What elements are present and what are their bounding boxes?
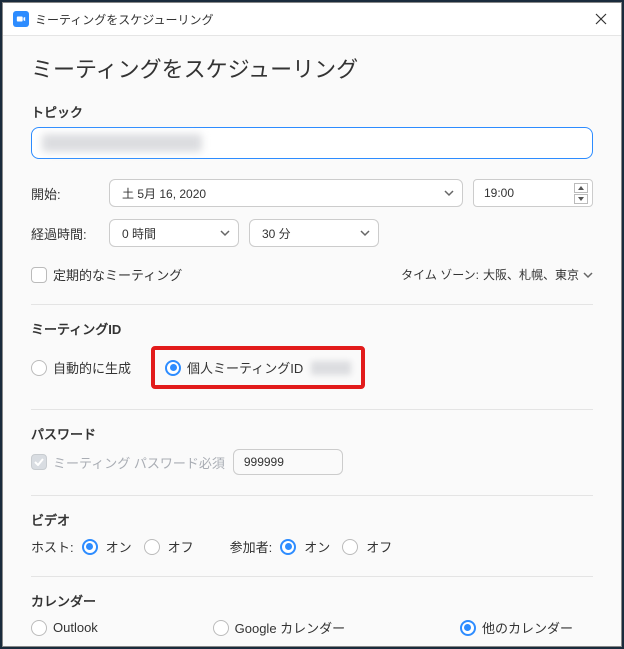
date-value: 土 5月 16, 2020 bbox=[122, 185, 206, 202]
radio-other[interactable] bbox=[460, 620, 476, 636]
check-icon bbox=[34, 458, 44, 466]
password-required-label: ミーティング パスワード必須 bbox=[53, 453, 225, 472]
host-video-on-label: オン bbox=[106, 537, 132, 556]
app-icon bbox=[13, 11, 29, 27]
participant-video-off-radio[interactable] bbox=[342, 539, 358, 555]
hours-value: 0 時間 bbox=[122, 225, 156, 242]
password-heading: パスワード bbox=[31, 424, 593, 443]
title-bar: ミーティングをスケジューリング bbox=[3, 3, 621, 36]
meeting-id-personal-label: 個人ミーティングID bbox=[187, 358, 303, 377]
password-row: ミーティング パスワード必須 999999 bbox=[31, 449, 593, 475]
timezone-link[interactable]: タイム ゾーン: 大阪、札幌、東京 bbox=[401, 266, 593, 283]
recurring-checkbox[interactable] bbox=[31, 267, 47, 283]
host-video-off-radio[interactable] bbox=[144, 539, 160, 555]
minutes-select[interactable]: 30 分 bbox=[249, 219, 379, 247]
dialog-window: ミーティングをスケジューリング ミーティングをスケジューリング トピック 開始:… bbox=[2, 2, 622, 647]
calendar-other-label: 他のカレンダー bbox=[482, 618, 573, 637]
topic-input[interactable] bbox=[31, 127, 593, 159]
participant-video-on-radio[interactable] bbox=[280, 539, 296, 555]
host-video-on-radio[interactable] bbox=[82, 539, 98, 555]
chevron-down-icon bbox=[583, 270, 593, 280]
time-spinner[interactable]: 19:00 bbox=[473, 179, 593, 207]
calendar-other-option[interactable]: 他のカレンダー bbox=[460, 618, 573, 637]
calendar-outlook-option[interactable]: Outlook bbox=[31, 620, 98, 636]
start-row: 開始: 土 5月 16, 2020 19:00 bbox=[31, 179, 593, 207]
meeting-id-heading: ミーティングID bbox=[31, 319, 593, 338]
host-video-label: ホスト: bbox=[31, 537, 74, 556]
divider bbox=[31, 576, 593, 577]
participant-video-label: 参加者: bbox=[230, 537, 273, 556]
meeting-id-row: 自動的に生成 個人ミーティングID bbox=[31, 346, 593, 389]
calendar-outlook-label: Outlook bbox=[53, 620, 98, 635]
chevron-down-icon bbox=[360, 228, 370, 238]
timezone-value: 大阪、札幌、東京 bbox=[483, 266, 579, 283]
participant-video-off-label: オフ bbox=[366, 537, 392, 556]
host-video-off-label: オフ bbox=[168, 537, 194, 556]
duration-label: 経過時間: bbox=[31, 224, 99, 243]
date-select[interactable]: 土 5月 16, 2020 bbox=[109, 179, 463, 207]
chevron-down-icon bbox=[444, 188, 454, 198]
meeting-id-auto-option[interactable]: 自動的に生成 bbox=[31, 358, 131, 377]
radio-outlook[interactable] bbox=[31, 620, 47, 636]
password-required-checkbox bbox=[31, 454, 47, 470]
hours-select[interactable]: 0 時間 bbox=[109, 219, 239, 247]
meeting-id-auto-label: 自動的に生成 bbox=[53, 358, 131, 377]
content-area: ミーティングをスケジューリング トピック 開始: 土 5月 16, 2020 1… bbox=[3, 36, 621, 646]
radio-personal[interactable] bbox=[165, 360, 181, 376]
start-label: 開始: bbox=[31, 184, 99, 203]
video-row: ホスト: オン オフ 参加者: オン オフ bbox=[31, 537, 593, 556]
time-value: 19:00 bbox=[484, 186, 514, 200]
chevron-down-icon bbox=[220, 228, 230, 238]
password-required-row: ミーティング パスワード必須 bbox=[31, 453, 225, 472]
window-title: ミーティングをスケジューリング bbox=[35, 11, 591, 28]
highlight-annotation: 個人ミーティングID bbox=[151, 346, 365, 389]
password-input[interactable]: 999999 bbox=[233, 449, 343, 475]
divider bbox=[31, 495, 593, 496]
radio-auto[interactable] bbox=[31, 360, 47, 376]
recurring-checkbox-row[interactable]: 定期的なミーティング bbox=[31, 265, 182, 284]
timezone-label: タイム ゾーン: bbox=[401, 266, 479, 283]
calendar-google-label: Google カレンダー bbox=[235, 618, 346, 637]
calendar-heading: カレンダー bbox=[31, 591, 593, 610]
participant-video-on-label: オン bbox=[304, 537, 330, 556]
close-button[interactable] bbox=[591, 9, 611, 29]
calendar-row: Outlook Google カレンダー 他のカレンダー bbox=[31, 618, 593, 637]
calendar-google-option[interactable]: Google カレンダー bbox=[213, 618, 346, 637]
topic-value-redacted bbox=[42, 134, 202, 152]
duration-row: 経過時間: 0 時間 30 分 bbox=[31, 219, 593, 247]
radio-google[interactable] bbox=[213, 620, 229, 636]
divider bbox=[31, 304, 593, 305]
personal-id-redacted bbox=[311, 361, 351, 375]
recurring-label: 定期的なミーティング bbox=[53, 265, 182, 284]
page-heading: ミーティングをスケジューリング bbox=[31, 52, 593, 84]
video-heading: ビデオ bbox=[31, 510, 593, 529]
minutes-value: 30 分 bbox=[262, 225, 291, 242]
meeting-id-personal-option[interactable]: 個人ミーティングID bbox=[165, 358, 351, 377]
divider bbox=[31, 409, 593, 410]
recurring-row: 定期的なミーティング タイム ゾーン: 大阪、札幌、東京 bbox=[31, 265, 593, 284]
close-icon bbox=[595, 13, 607, 25]
topic-label: トピック bbox=[31, 102, 593, 121]
spinner-buttons[interactable] bbox=[574, 183, 588, 204]
password-value: 999999 bbox=[244, 455, 284, 469]
